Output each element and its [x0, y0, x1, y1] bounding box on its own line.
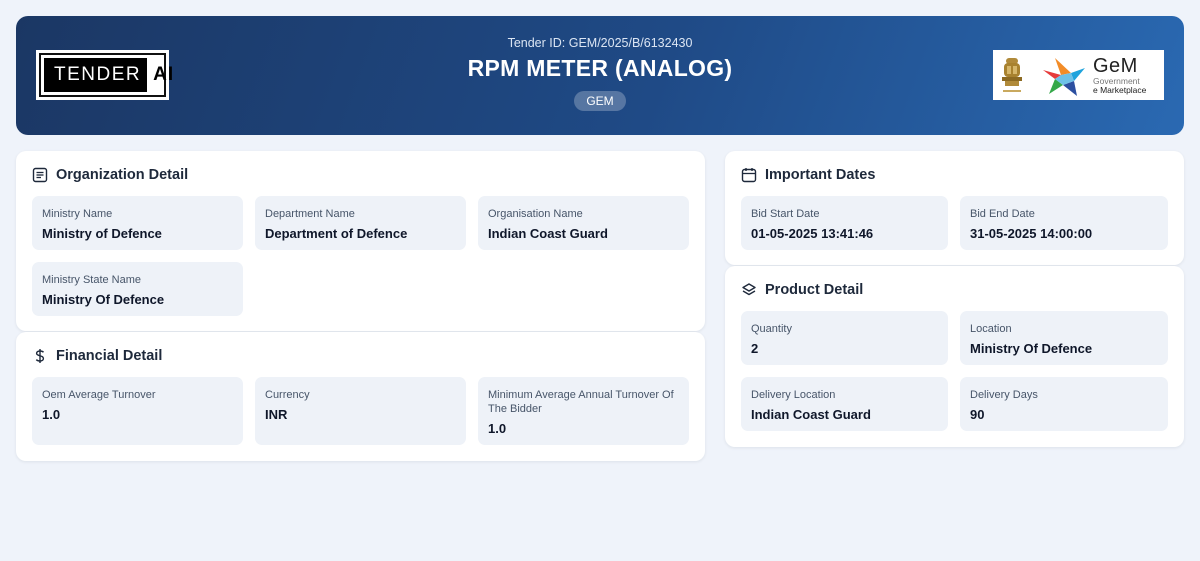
field-label: Currency — [265, 389, 310, 401]
gem-line2: e Marketplace — [1093, 84, 1147, 95]
field-label: Delivery Days — [970, 389, 1038, 401]
field-label: Organisation Name — [488, 208, 583, 220]
field-oem-average-turnover: Oem Average Turnover 1.0 — [32, 377, 243, 445]
field-label: Delivery Location — [751, 389, 836, 401]
field-min-avg-turnover: Minimum Average Annual Turnover Of The B… — [478, 377, 689, 445]
field-currency: Currency INR — [255, 377, 466, 445]
field-value: Ministry Of Defence — [970, 341, 1093, 356]
product-card: Product Detail Quantity 2 Location Minis… — [725, 266, 1184, 447]
field-value: 1.0 — [42, 407, 61, 422]
field-value: 1.0 — [488, 421, 507, 436]
product-title: Product Detail — [741, 282, 863, 298]
field-label: Location — [970, 323, 1012, 335]
dollar-icon — [35, 349, 45, 363]
field-label: Quantity — [751, 323, 792, 335]
tender-id-value: GEM/2025/B/6132430 — [568, 36, 693, 50]
field-label: Bid End Date — [970, 208, 1035, 220]
field-value: Department of Defence — [265, 226, 408, 241]
dates-title: Important Dates — [741, 167, 875, 183]
field-value: Ministry of Defence — [42, 226, 162, 241]
tender-id-label: Tender ID: — [507, 36, 566, 50]
field-organisation-name: Organisation Name Indian Coast Guard — [478, 196, 689, 250]
organization-title: Organization Detail — [32, 167, 188, 183]
field-value: INR — [265, 407, 288, 422]
field-department-name: Department Name Department of Defence — [255, 196, 466, 250]
field-delivery-days: Delivery Days 90 — [960, 377, 1168, 431]
dates-card: Important Dates Bid Start Date 01-05-202… — [725, 151, 1184, 265]
field-ministry-name: Ministry Name Ministry of Defence — [32, 196, 243, 250]
field-label: Minimum Average Annual Turnover Of The B… — [488, 389, 674, 415]
field-location: Location Ministry Of Defence — [960, 311, 1168, 365]
organization-title-text: Organization Detail — [56, 167, 189, 183]
calendar-icon — [741, 168, 757, 183]
national-emblem-icon — [1002, 58, 1022, 92]
organization-card: Organization Detail Ministry Name Minist… — [16, 151, 705, 331]
tender-id: Tender ID: GEM/2025/B/6132430 — [16, 36, 1184, 50]
product-title-text: Product Detail — [765, 282, 864, 298]
field-ministry-state-name: Ministry State Name Ministry Of Defence — [32, 262, 243, 316]
layers-icon — [742, 283, 756, 296]
field-value: 01-05-2025 13:41:46 — [751, 226, 874, 241]
field-label: Ministry State Name — [42, 274, 142, 286]
field-value: Indian Coast Guard — [488, 226, 608, 241]
field-delivery-location: Delivery Location Indian Coast Guard — [741, 377, 948, 431]
field-value: 31-05-2025 14:00:00 — [970, 226, 1093, 241]
gem-brand: GeM — [1093, 55, 1138, 77]
source-badge: GEM — [574, 91, 626, 111]
field-value: 2 — [751, 341, 759, 356]
dates-title-text: Important Dates — [765, 167, 876, 183]
field-value: 90 — [970, 407, 985, 422]
field-bid-start-date: Bid Start Date 01-05-2025 13:41:46 — [741, 196, 948, 250]
gem-logo: GeM Government e Marketplace — [993, 50, 1164, 100]
gem-wordmark: GeM Government e Marketplace — [1093, 56, 1146, 94]
field-bid-end-date: Bid End Date 31-05-2025 14:00:00 — [960, 196, 1168, 250]
list-icon — [32, 167, 48, 183]
field-label: Ministry Name — [42, 208, 113, 220]
financial-title-text: Financial Detail — [56, 348, 163, 364]
field-label: Bid Start Date — [751, 208, 820, 220]
field-quantity: Quantity 2 — [741, 311, 948, 365]
tender-header: TENDER AI Tender ID: GEM/2025/B/6132430 … — [16, 16, 1184, 135]
gem-star-icon — [1043, 58, 1085, 96]
financial-title: Financial Detail — [32, 348, 162, 364]
field-value: Indian Coast Guard — [751, 407, 871, 422]
field-label: Department Name — [265, 208, 355, 220]
financial-card: Financial Detail Oem Average Turnover 1.… — [16, 332, 705, 461]
field-label: Oem Average Turnover — [42, 389, 156, 401]
field-value: Ministry Of Defence — [42, 292, 165, 307]
